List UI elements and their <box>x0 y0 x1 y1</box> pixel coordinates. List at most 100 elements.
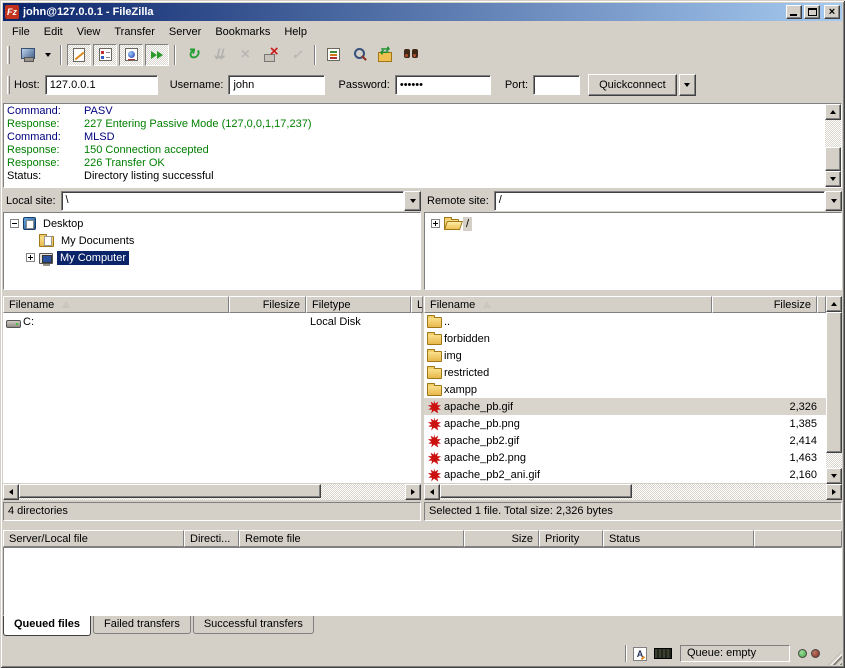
scroll-left-button[interactable] <box>424 484 440 500</box>
speed-limit-indicator-icon[interactable] <box>654 648 672 659</box>
toolbar-button[interactable] <box>93 44 117 66</box>
scroll-up-button[interactable] <box>826 296 842 312</box>
close-icon: × <box>829 7 835 17</box>
column-header[interactable]: Filetype <box>306 296 411 313</box>
scroll-down-button[interactable] <box>825 171 841 187</box>
menu-item[interactable]: Bookmarks <box>208 23 277 41</box>
host-input[interactable] <box>45 75 158 95</box>
local-horizontal-scrollbar[interactable] <box>3 484 421 500</box>
scrollbar-thumb[interactable] <box>19 484 321 498</box>
scrollbar-thumb[interactable] <box>826 312 842 453</box>
queue-splitter[interactable] <box>3 521 842 529</box>
queue-tab[interactable]: Successful transfers <box>193 616 314 634</box>
toolbar-button[interactable] <box>321 44 345 66</box>
quickconnect-dropdown-button[interactable] <box>679 74 696 96</box>
tree-item[interactable]: Desktop <box>4 215 420 232</box>
queue-tab[interactable]: Failed transfers <box>93 616 191 634</box>
toolbar-button[interactable] <box>15 44 39 66</box>
file-row[interactable]: restricted <box>424 364 826 381</box>
column-header[interactable]: Filesize <box>229 296 306 313</box>
file-row[interactable]: apache_pb2_ani.gif 2,160 <box>424 466 826 483</box>
file-row[interactable]: apache_pb.gif 2,326 <box>424 398 826 415</box>
toolbar-button[interactable] <box>399 44 423 66</box>
column-header[interactable]: Size <box>464 530 539 547</box>
file-row[interactable]: apache_pb.png 1,385 <box>424 415 826 432</box>
remote-pane: Remote site: / / Filename <box>424 190 842 521</box>
remote-site-dropdown[interactable] <box>825 191 842 211</box>
column-header[interactable]: Status <box>603 530 754 547</box>
menu-item[interactable]: Help <box>277 23 314 41</box>
scroll-left-button[interactable] <box>3 484 19 500</box>
toolbar-button[interactable] <box>233 44 257 66</box>
column-header[interactable]: Remote file <box>239 530 464 547</box>
column-header[interactable]: Filename <box>424 296 712 313</box>
scroll-right-button[interactable] <box>405 484 421 500</box>
file-row[interactable]: xampp <box>424 381 826 398</box>
file-row[interactable]: apache_pb2.gif 2,414 <box>424 432 826 449</box>
local-site-dropdown[interactable] <box>404 191 421 211</box>
file-row[interactable]: C: Local Disk <box>3 313 421 330</box>
toolbar-button[interactable] <box>347 44 371 66</box>
close-button[interactable]: × <box>824 5 840 19</box>
menu-item[interactable]: View <box>70 23 108 41</box>
log-line: Command: MLSD <box>7 131 825 144</box>
tree-expander[interactable] <box>10 219 19 228</box>
column-header[interactable]: Filesize <box>712 296 817 313</box>
scrollbar-thumb[interactable] <box>440 484 632 498</box>
toolbar-button[interactable] <box>119 44 143 66</box>
quickconnect-grip <box>7 76 10 94</box>
remote-site-combo[interactable]: / <box>494 191 842 211</box>
toolbar-separator <box>60 45 62 65</box>
menubar: FileEditViewTransferServerBookmarksHelp <box>3 22 842 41</box>
remote-horizontal-scrollbar[interactable] <box>424 484 842 500</box>
menu-item[interactable]: Edit <box>37 23 70 41</box>
minimize-button[interactable] <box>786 5 802 19</box>
scroll-up-button[interactable] <box>825 104 841 120</box>
column-header[interactable]: Directi... <box>184 530 239 547</box>
file-row[interactable]: apache_pb2.png 1,463 <box>424 449 826 466</box>
column-header[interactable]: Priority <box>539 530 603 547</box>
menu-item[interactable]: Transfer <box>107 23 162 41</box>
scrollbar-track[interactable] <box>825 120 841 147</box>
username-label: Username: <box>170 79 224 91</box>
local-site-combo[interactable]: \ <box>61 191 421 211</box>
tree-item[interactable]: / <box>425 215 841 232</box>
tree-item[interactable]: My Documents <box>4 232 420 249</box>
menu-item[interactable]: Server <box>162 23 208 41</box>
remote-status-text: Selected 1 file. Total size: 2,326 bytes <box>424 502 842 521</box>
username-input[interactable] <box>228 75 325 95</box>
toolbar-button[interactable] <box>373 44 397 66</box>
column-header[interactable]: Server/Local file <box>3 530 184 547</box>
port-input[interactable] <box>533 75 580 95</box>
data-type-indicator-icon[interactable]: A <box>633 647 647 661</box>
toggle-message-log-icon <box>73 48 85 62</box>
toolbar-button[interactable] <box>181 44 205 66</box>
password-input[interactable] <box>395 75 491 95</box>
tree-expander[interactable] <box>431 219 440 228</box>
activity-led-green <box>798 649 807 658</box>
toolbar-button[interactable] <box>207 44 231 66</box>
remote-vertical-scrollbar[interactable] <box>826 296 842 484</box>
scrollbar-thumb[interactable] <box>825 147 841 171</box>
resize-grip[interactable] <box>828 651 842 665</box>
toolbar-button[interactable] <box>41 44 55 66</box>
menu-item[interactable]: File <box>5 23 37 41</box>
toolbar-button[interactable] <box>67 44 91 66</box>
quickconnect-button[interactable]: Quickconnect <box>588 74 677 96</box>
titlebar[interactable]: Fz john@127.0.0.1 - FileZilla × <box>3 3 842 21</box>
tree-expander[interactable] <box>26 253 35 262</box>
queue-tab[interactable]: Queued files <box>3 616 91 636</box>
scroll-right-button[interactable] <box>826 484 842 500</box>
maximize-button[interactable] <box>804 5 820 19</box>
toolbar-button[interactable] <box>259 44 283 66</box>
file-row[interactable]: img <box>424 347 826 364</box>
toolbar-button[interactable] <box>145 44 169 66</box>
toolbar-button[interactable] <box>285 44 309 66</box>
column-header[interactable]: Filename <box>3 296 229 313</box>
tree-item[interactable]: My Computer <box>4 249 420 266</box>
file-row[interactable]: forbidden <box>424 330 826 347</box>
scroll-down-button[interactable] <box>826 468 842 484</box>
log-scrollbar[interactable] <box>825 104 841 187</box>
file-row[interactable]: .. <box>424 313 826 330</box>
image-file-icon <box>427 417 441 431</box>
